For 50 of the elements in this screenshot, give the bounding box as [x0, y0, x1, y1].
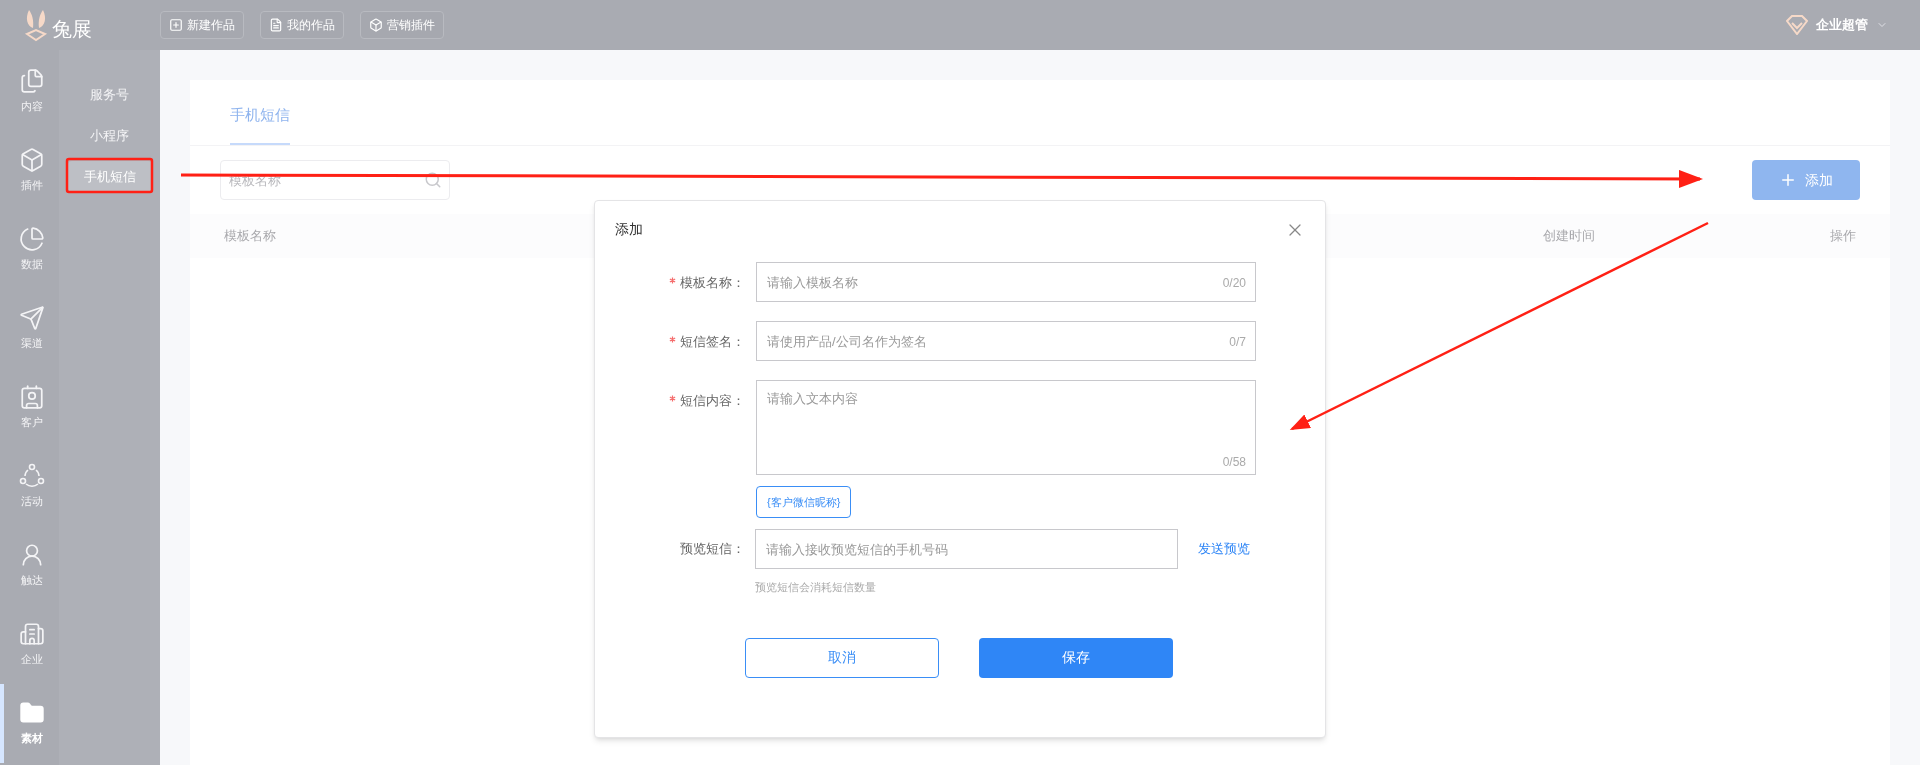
- plus-square-icon: [169, 18, 183, 32]
- brand-name: 兔展: [52, 17, 92, 42]
- plus-icon: [1779, 171, 1797, 189]
- tab[interactable]: 手机短信: [230, 79, 290, 145]
- rail-item[interactable]: 触达: [0, 526, 59, 605]
- nav-button[interactable]: 新建作品: [160, 11, 244, 39]
- files-icon: [18, 68, 45, 95]
- nav-button[interactable]: 营销插件: [360, 11, 444, 39]
- insert-tag-button[interactable]: {客户微信昵称}: [756, 486, 852, 518]
- rail-item[interactable]: 渠道: [0, 289, 59, 368]
- hint-text: 预览短信会消耗短信数量: [755, 580, 876, 595]
- input-field[interactable]: 请输入接收预览短信的手机号码: [755, 529, 1178, 569]
- cube-icon: [369, 18, 383, 32]
- field-label: 短信内容：: [680, 392, 745, 410]
- rail-item[interactable]: 内容: [0, 52, 59, 131]
- field-label: 短信签名：: [680, 333, 745, 351]
- contact-card-icon: [18, 384, 45, 411]
- rail-item[interactable]: 客户: [0, 368, 59, 447]
- column-header: 操作: [1830, 227, 1856, 246]
- rail-item[interactable]: 插件: [0, 131, 59, 210]
- rail-item[interactable]: 活动: [0, 447, 59, 526]
- cancel-button[interactable]: 取消: [744, 637, 939, 678]
- submenu-item[interactable]: 服务号: [67, 79, 152, 110]
- field-label: 模板名称：: [680, 274, 745, 292]
- document-icon: [269, 18, 283, 32]
- building-icon: [18, 621, 45, 648]
- add-button[interactable]: 添加: [1752, 160, 1860, 200]
- send-preview-link[interactable]: 发送预览: [1198, 539, 1250, 559]
- rail-item[interactable]: 企业: [0, 605, 59, 684]
- field-label: 预览短信：: [680, 540, 745, 559]
- dialog-title: 添加: [615, 220, 643, 239]
- submenu-item[interactable]: 小程序: [67, 120, 152, 151]
- column-header: 模板名称: [224, 227, 276, 246]
- rabbit-logo-icon: [24, 8, 48, 42]
- char-counter: 0/20: [1222, 275, 1246, 292]
- search-icon: [424, 171, 442, 189]
- dots-circle-icon: [18, 463, 45, 490]
- submenu-item[interactable]: 手机短信: [67, 161, 152, 192]
- user-menu[interactable]: 企业超管: [1816, 15, 1888, 35]
- char-counter: 0/58: [1222, 454, 1246, 471]
- rail-item[interactable]: 数据: [0, 210, 59, 289]
- paper-plane-icon: [18, 305, 45, 332]
- save-button[interactable]: 保存: [978, 637, 1173, 678]
- char-counter: 0/7: [1229, 334, 1246, 351]
- column-header: 创建时间: [1543, 227, 1595, 246]
- cube-icon: [18, 147, 45, 174]
- pie-chart-icon: [18, 226, 45, 253]
- diamond-icon: [1786, 15, 1808, 35]
- search-field[interactable]: 模板名称: [220, 160, 450, 200]
- nav-button[interactable]: 我的作品: [260, 11, 344, 39]
